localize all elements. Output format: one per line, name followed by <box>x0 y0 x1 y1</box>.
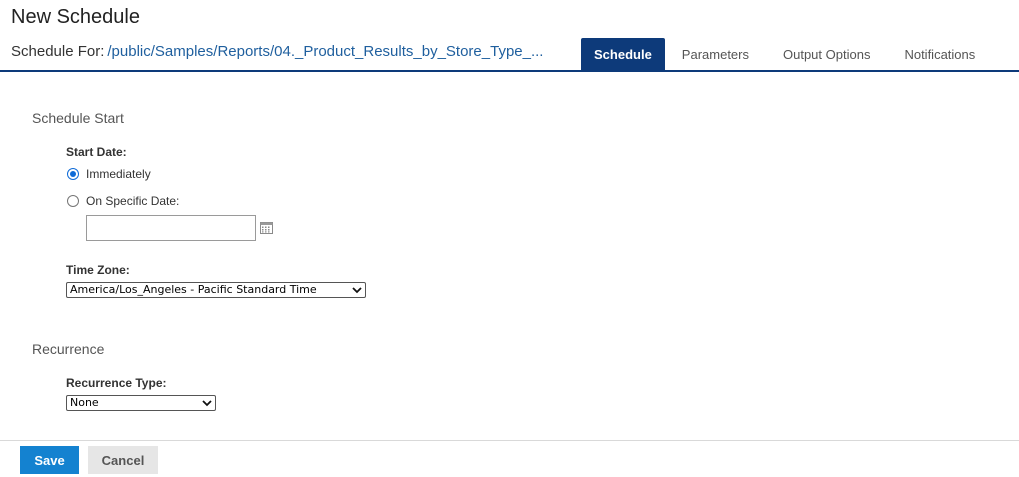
immediately-label: Immediately <box>86 167 151 181</box>
schedule-for-label: Schedule For: <box>11 43 105 60</box>
save-button[interactable]: Save <box>20 446 79 474</box>
chevron-down-icon <box>352 287 362 294</box>
specific-date-label: On Specific Date: <box>86 194 180 208</box>
tab-schedule[interactable]: Schedule <box>581 38 665 70</box>
cancel-button[interactable]: Cancel <box>88 446 158 474</box>
tab-parameters[interactable]: Parameters <box>665 38 766 70</box>
tab-bar-divider <box>0 70 1019 72</box>
chevron-down-icon <box>202 400 212 407</box>
recurrence-type-select[interactable]: None <box>66 395 216 411</box>
immediately-radio[interactable] <box>67 168 79 180</box>
start-immediately-option[interactable]: Immediately <box>67 167 151 181</box>
report-path-link[interactable]: /public/Samples/Reports/04._Product_Resu… <box>107 43 543 60</box>
time-zone-label: Time Zone: <box>66 263 130 277</box>
schedule-for: Schedule For:/public/Samples/Reports/04.… <box>11 43 543 60</box>
recurrence-type-value: None <box>70 396 99 409</box>
page-title: New Schedule <box>11 6 140 28</box>
tab-output-options[interactable]: Output Options <box>766 38 887 70</box>
time-zone-value: America/Los_Angeles - Pacific Standard T… <box>70 283 317 296</box>
schedule-start-heading: Schedule Start <box>32 110 124 126</box>
tab-bar: Schedule Parameters Output Options Notif… <box>581 38 992 70</box>
specific-date-radio[interactable] <box>67 195 79 207</box>
start-date-label: Start Date: <box>66 145 127 159</box>
specific-date-input[interactable] <box>86 215 256 241</box>
recurrence-heading: Recurrence <box>32 341 105 357</box>
tab-notifications[interactable]: Notifications <box>887 38 992 70</box>
calendar-icon[interactable] <box>260 222 273 234</box>
footer-divider <box>0 440 1019 441</box>
recurrence-type-label: Recurrence Type: <box>66 376 167 390</box>
time-zone-select[interactable]: America/Los_Angeles - Pacific Standard T… <box>66 282 366 298</box>
start-specific-date-option[interactable]: On Specific Date: <box>67 194 179 208</box>
